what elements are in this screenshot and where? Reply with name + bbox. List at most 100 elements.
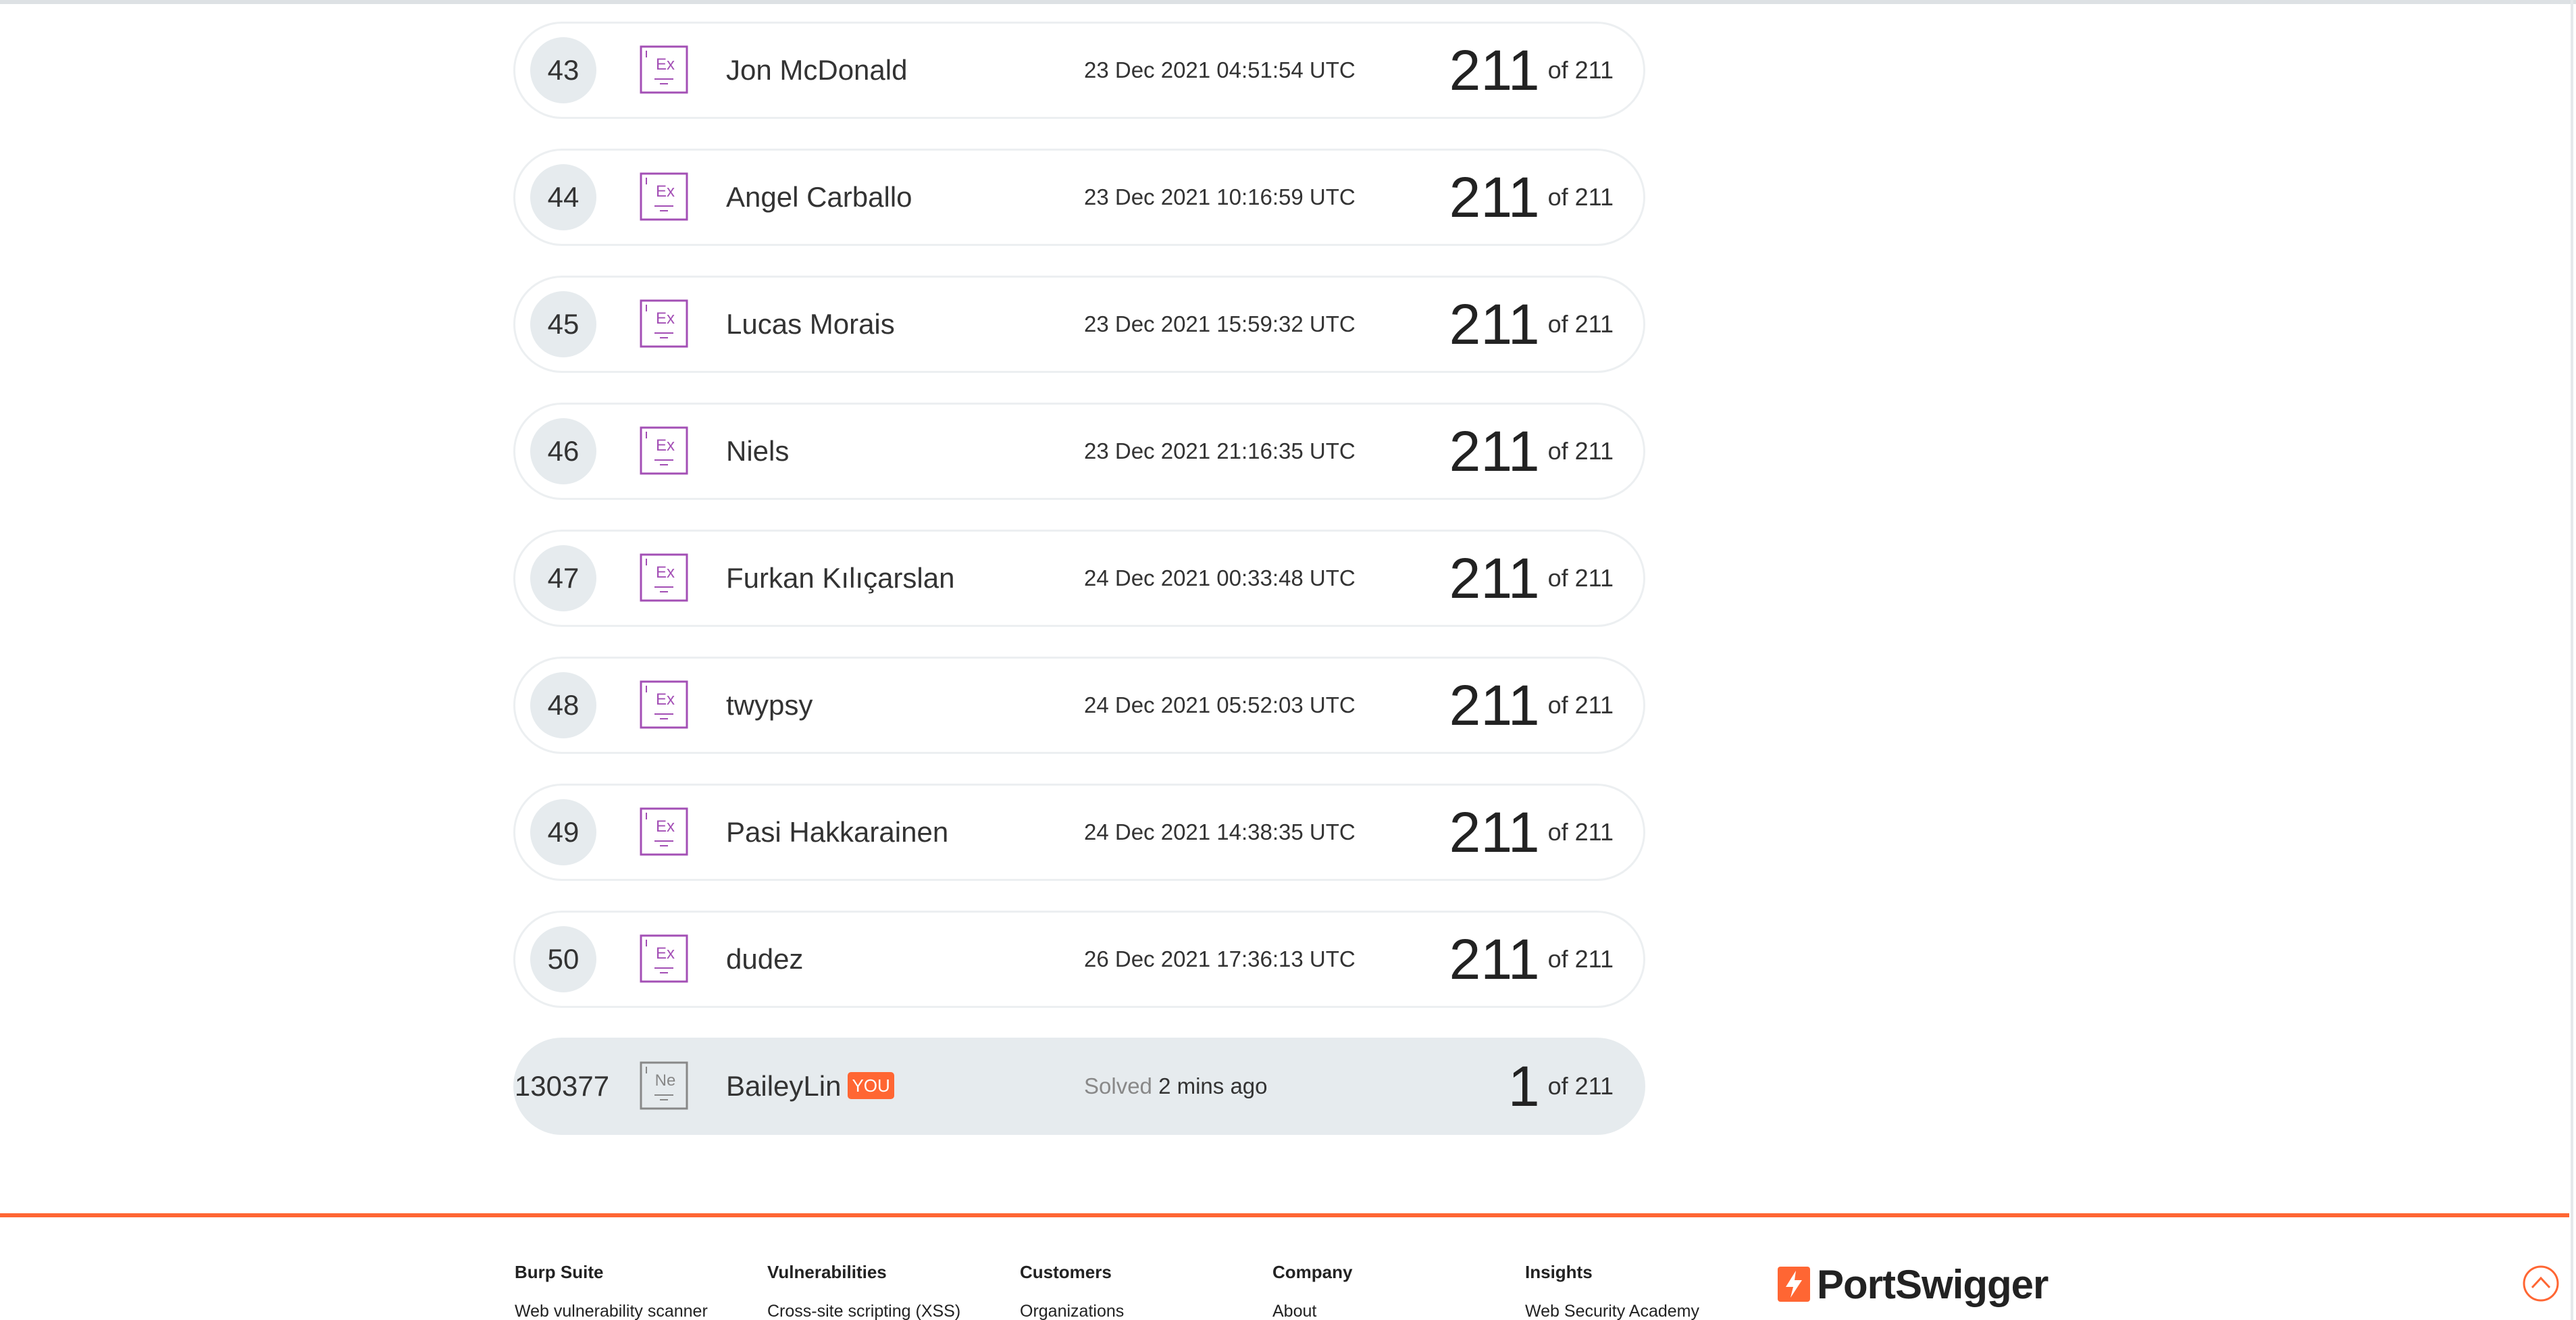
score-value: 211	[1449, 674, 1540, 737]
score: 211 of 211	[1449, 659, 1614, 752]
page: 43 Ex Jon McDonald 23 Dec 2021 04:51:54 …	[0, 0, 2576, 1320]
footer-column-company: Company About	[1272, 1261, 1516, 1320]
rank-badge: 44	[530, 164, 596, 230]
rank-badge: 48	[530, 672, 596, 738]
user-name: dudez	[726, 943, 804, 975]
badge-label: Ex	[656, 436, 675, 455]
leaderboard-row: 47 Ex Furkan Kılıçarslan 24 Dec 2021 00:…	[513, 530, 1645, 627]
current-user-name: BaileyLin	[726, 1070, 842, 1102]
badge-label: Ex	[656, 817, 675, 836]
solve-time: 24 Dec 2021 14:38:35 UTC	[1084, 819, 1356, 844]
score: 211 of 211	[1449, 786, 1614, 879]
score-value: 211	[1449, 547, 1540, 610]
score: 1 of 211	[1508, 1040, 1614, 1133]
score-total: of 211	[1547, 310, 1614, 338]
leaderboard: 43 Ex Jon McDonald 23 Dec 2021 04:51:54 …	[513, 22, 1645, 1165]
user-name: Furkan Kılıçarslan	[726, 562, 955, 594]
top-divider	[0, 0, 2576, 4]
score: 211 of 211	[1449, 24, 1614, 117]
expert-level-icon: Ex	[640, 807, 688, 856]
score-total: of 211	[1547, 818, 1614, 846]
expert-level-icon: Ex	[640, 934, 688, 983]
score-value: 211	[1449, 928, 1540, 991]
solve-time: 23 Dec 2021 15:59:32 UTC	[1084, 311, 1356, 336]
rank-badge: 47	[530, 545, 596, 611]
footer-link[interactable]: Web vulnerability scanner	[515, 1300, 758, 1320]
footer-column-burp-suite: Burp Suite Web vulnerability scanner	[515, 1261, 758, 1320]
footer-heading: Company	[1272, 1262, 1353, 1282]
solved-time: 2 mins ago	[1158, 1073, 1268, 1098]
score-total: of 211	[1547, 564, 1614, 592]
chevron-up-circle-icon[interactable]	[2522, 1265, 2560, 1302]
rank-badge: 43	[530, 37, 596, 103]
score-value: 211	[1449, 801, 1540, 864]
badge-label: Ne	[655, 1071, 676, 1090]
score-total: of 211	[1547, 691, 1614, 719]
portswigger-logo-icon	[1778, 1267, 1810, 1302]
badge-label: Ex	[656, 690, 675, 709]
footer-heading: Burp Suite	[515, 1262, 604, 1282]
badge-label: Ex	[656, 944, 675, 963]
portswigger-logo[interactable]: PortSwigger	[1778, 1261, 2049, 1308]
footer-column-customers: Customers Organizations	[1020, 1261, 1263, 1320]
rank-badge: 49	[530, 799, 596, 865]
badge-label: Ex	[656, 563, 675, 582]
solved-label: Solved	[1084, 1073, 1152, 1098]
expert-level-icon: Ex	[640, 680, 688, 729]
score: 211 of 211	[1449, 405, 1614, 498]
novice-level-icon: Ne	[640, 1061, 688, 1110]
expert-level-icon: Ex	[640, 553, 688, 602]
expert-level-icon: Ex	[640, 45, 688, 94]
solve-status: Solved 2 mins ago	[1084, 1040, 1268, 1133]
badge-label: Ex	[656, 55, 675, 74]
user-name: Lucas Morais	[726, 308, 895, 340]
brand-name: PortSwigger	[1817, 1261, 2049, 1307]
user-name: BaileyLin YOU	[726, 1040, 894, 1133]
score: 211 of 211	[1449, 278, 1614, 371]
expert-level-icon: Ex	[640, 299, 688, 348]
solve-time: 24 Dec 2021 00:33:48 UTC	[1084, 565, 1356, 590]
footer-link[interactable]: Cross-site scripting (XSS)	[767, 1300, 1010, 1320]
footer-column-insights: Insights Web Security Academy	[1525, 1261, 1768, 1320]
solve-time: 23 Dec 2021 04:51:54 UTC	[1084, 57, 1356, 82]
footer-column-vulnerabilities: Vulnerabilities Cross-site scripting (XS…	[767, 1261, 1010, 1320]
footer-link[interactable]: Web Security Academy	[1525, 1300, 1768, 1320]
user-name: Jon McDonald	[726, 54, 908, 86]
footer-heading: Insights	[1525, 1262, 1593, 1282]
footer-link[interactable]: About	[1272, 1300, 1516, 1320]
score-value: 211	[1449, 420, 1540, 483]
rank-badge: 130377	[514, 1070, 610, 1102]
solve-time: 26 Dec 2021 17:36:13 UTC	[1084, 946, 1356, 971]
footer-heading: Vulnerabilities	[767, 1262, 887, 1282]
user-name: Angel Carballo	[726, 181, 912, 213]
badge-label: Ex	[656, 182, 675, 201]
you-badge: YOU	[848, 1071, 894, 1099]
leaderboard-row: 46 Ex Niels 23 Dec 2021 21:16:35 UTC 211…	[513, 403, 1645, 500]
scrollbar-track[interactable]	[2571, 0, 2573, 1320]
rank-badge: 45	[530, 291, 596, 357]
leaderboard-row: 49 Ex Pasi Hakkarainen 24 Dec 2021 14:38…	[513, 784, 1645, 881]
rank-badge: 50	[530, 926, 596, 992]
footer-link[interactable]: Organizations	[1020, 1300, 1263, 1320]
leaderboard-row: 50 Ex dudez 26 Dec 2021 17:36:13 UTC 211…	[513, 911, 1645, 1008]
score-value: 211	[1449, 293, 1540, 356]
leaderboard-row: 43 Ex Jon McDonald 23 Dec 2021 04:51:54 …	[513, 22, 1645, 119]
leaderboard-row: 44 Ex Angel Carballo 23 Dec 2021 10:16:5…	[513, 149, 1645, 246]
solve-time: 23 Dec 2021 21:16:35 UTC	[1084, 438, 1356, 463]
score: 211 of 211	[1449, 532, 1614, 625]
score-total: of 211	[1547, 1072, 1614, 1100]
score-value: 211	[1449, 39, 1540, 102]
solve-time: 24 Dec 2021 05:52:03 UTC	[1084, 692, 1356, 717]
solve-time: 23 Dec 2021 10:16:59 UTC	[1084, 184, 1356, 209]
expert-level-icon: Ex	[640, 172, 688, 221]
leaderboard-row: 48 Ex twypsy 24 Dec 2021 05:52:03 UTC 21…	[513, 657, 1645, 754]
user-name: Pasi Hakkarainen	[726, 816, 949, 848]
score-total: of 211	[1547, 183, 1614, 211]
rank-badge: 46	[530, 418, 596, 484]
score-total: of 211	[1547, 437, 1614, 465]
score-total: of 211	[1547, 56, 1614, 84]
footer-heading: Customers	[1020, 1262, 1112, 1282]
badge-label: Ex	[656, 309, 675, 328]
score-total: of 211	[1547, 945, 1614, 973]
user-name: twypsy	[726, 689, 813, 721]
